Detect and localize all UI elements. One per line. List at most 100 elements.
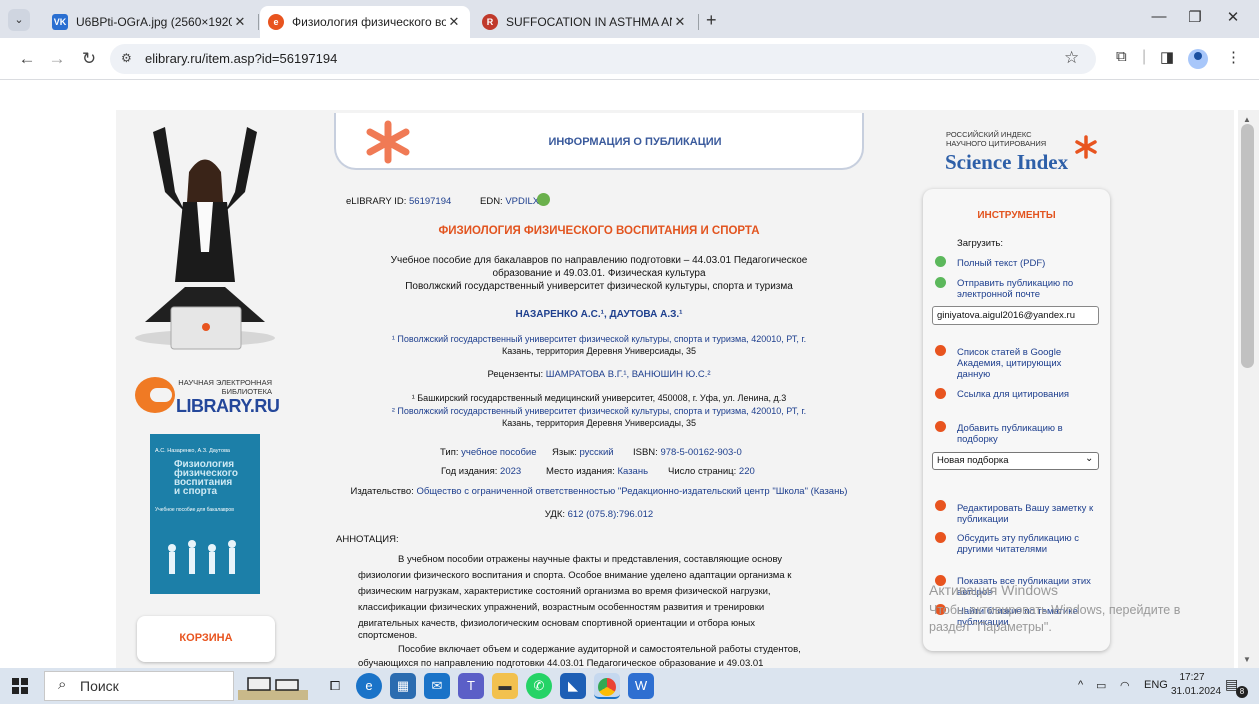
language-indicator[interactable]: ENG — [1144, 679, 1168, 691]
reviewers-list[interactable]: ШАМРАТОВА В.Г.¹, ВАНЮШИН Ю.С.² — [546, 369, 711, 380]
language-value: русский — [579, 447, 614, 458]
download-pdf-icon — [935, 256, 946, 267]
edit-note-link[interactable]: Редактировать Вашу заметку к публикации — [957, 503, 1093, 525]
add-to-collection-line-2: подборку — [957, 434, 998, 445]
activation-watermark-line: Чтобы активировать Windows, перейдите в — [929, 603, 1181, 617]
book-cover-figures — [168, 540, 236, 574]
taskbar-search-box[interactable] — [44, 671, 234, 701]
science-index-asterisk-icon — [1075, 135, 1097, 159]
reviewer-affiliation-2a[interactable]: ² Поволжский государственный университет… — [334, 406, 864, 416]
type-row: Тип: учебное пособие — [440, 447, 537, 458]
mail-icon[interactable]: ✉ — [424, 673, 450, 699]
send-email-line-2: электронной почте — [957, 289, 1041, 300]
word-icon[interactable]: W — [628, 673, 654, 699]
whatsapp-icon[interactable]: ✆ — [526, 673, 552, 699]
udk-row: УДК: 612 (075.8):796.012 — [334, 509, 864, 520]
scroll-up-icon[interactable]: ▲ — [1243, 115, 1251, 124]
reviewer-affiliation-1: ¹ Башкирский государственный медицинский… — [411, 393, 787, 403]
google-scholar-line-1: Список статей в Google — [957, 347, 1062, 358]
app-icon[interactable]: ◣ — [560, 673, 586, 699]
authors-list[interactable]: НАЗАРЕНКО А.С.¹, ДАУТОВА А.З.¹ — [334, 309, 864, 320]
activation-watermark-line: раздел "Параметры". — [929, 620, 1052, 634]
pages-row: Число страниц: 220 — [668, 466, 755, 477]
promo-illustration — [125, 122, 285, 352]
edn-label: EDN: — [480, 196, 503, 207]
windows-start-icon[interactable] — [12, 678, 28, 694]
forward-icon[interactable]: → — [46, 49, 68, 69]
place-value: Казань — [617, 466, 649, 477]
close-icon[interactable]: ✕ — [232, 14, 248, 30]
email-field[interactable]: giniyatova.aigul2016@yandex.ru — [932, 306, 1099, 325]
tools-title: ИНСТРУМЕНТЫ — [977, 210, 1056, 221]
file-explorer-icon[interactable]: ▬ — [492, 673, 518, 699]
year-value: 2023 — [500, 466, 522, 477]
tab-title: SUFFOCATION IN ASTHMA AN — [506, 15, 672, 29]
chrome-icon[interactable] — [594, 673, 620, 699]
wifi-icon[interactable]: ◠ — [1120, 679, 1130, 692]
tab-researchgate[interactable]: R SUFFOCATION IN ASTHMA AN ✕ — [474, 6, 696, 38]
new-tab-button[interactable]: + — [706, 10, 717, 31]
science-index-logo[interactable]: Science Index — [945, 150, 1068, 175]
site-info-icon[interactable]: ⚙ — [121, 51, 132, 65]
annotation-line: физическим нагрузкам, характеристике сос… — [358, 586, 771, 597]
scrollbar-thumb[interactable] — [1241, 124, 1254, 368]
publication-subtitle-3: Поволжский государственный университет ф… — [405, 281, 793, 292]
reviewer-affiliation-2b: Казань, территория Деревня Универсиады, … — [502, 418, 696, 428]
citation-link[interactable]: Ссылка для цитирования — [957, 389, 1069, 400]
elibrary-id-label: eLIBRARY ID: — [346, 196, 407, 207]
send-email-link[interactable]: Отправить публикацию по электронной почт… — [957, 278, 1073, 300]
send-email-line-1: Отправить публикацию по — [957, 278, 1074, 289]
asterisk-logo-icon — [366, 120, 410, 164]
restore-icon[interactable]: ❐ — [1180, 8, 1210, 26]
elibrary-id-value: 56197194 — [409, 196, 452, 207]
edit-note-icon — [935, 500, 946, 511]
edn-info-icon[interactable] — [537, 193, 550, 206]
taskbar-clock[interactable]: 17:27 31.01.2024 — [1171, 671, 1221, 699]
publisher-label: Издательство: — [350, 486, 414, 497]
edn-link[interactable]: VPDILX — [505, 196, 539, 207]
author-affiliation-1b: Казань, территория Деревня Универсиады, … — [502, 346, 696, 356]
teams-icon[interactable]: T — [458, 673, 484, 699]
citation-icon — [935, 388, 946, 399]
network-icon[interactable]: ▭ — [1096, 679, 1106, 692]
scroll-down-icon[interactable]: ▼ — [1243, 655, 1251, 664]
full-text-pdf-link[interactable]: Полный текст (PDF) — [957, 258, 1045, 269]
store-icon[interactable]: ▦ — [390, 673, 416, 699]
tab-image[interactable]: VK U6BPti-OGrA.jpg (2560×1920) ✕ — [44, 6, 256, 38]
close-icon[interactable]: ✕ — [672, 14, 688, 30]
reload-icon[interactable]: ↻ — [78, 49, 100, 69]
taskbar-search-label: Поиск — [80, 678, 119, 694]
close-icon[interactable]: ✕ — [446, 14, 462, 30]
author-affiliation-1a[interactable]: ¹ Поволжский государственный университет… — [334, 334, 864, 344]
book-cover-authors: А.С. Назаренко, А.З. Даутова — [155, 448, 230, 454]
window-close-icon[interactable]: ✕ — [1218, 8, 1248, 26]
tab-separator — [698, 14, 699, 30]
publisher-link[interactable]: Общество с ограниченной ответственностью… — [416, 486, 847, 497]
back-icon[interactable]: ← — [16, 49, 38, 69]
menu-kebab-icon[interactable]: ⋮ — [1226, 48, 1241, 66]
clock-time: 17:27 — [1179, 672, 1205, 683]
banner-title: ИНФОРМАЦИЯ О ПУБЛИКАЦИИ — [548, 136, 722, 148]
tab-search-button[interactable]: ⌄ — [8, 9, 30, 31]
publication-subtitle-1: Учебное пособие для бакалавров по направ… — [390, 255, 808, 266]
tray-chevron-icon[interactable]: ^ — [1078, 679, 1083, 691]
google-scholar-link[interactable]: Список статей в Google Академия, цитирую… — [957, 347, 1061, 380]
extensions-icon[interactable]: ⧉ — [1116, 48, 1127, 65]
year-label: Год издания: — [441, 466, 498, 477]
udk-value: 612 (075.8):796.012 — [567, 509, 654, 520]
discuss-link[interactable]: Обсудить эту публикацию с другими читате… — [957, 533, 1079, 555]
task-view-icon[interactable]: ⧠ — [322, 673, 348, 699]
minimize-icon[interactable]: — — [1144, 8, 1174, 25]
add-to-collection-link[interactable]: Добавить публикацию в подборку — [957, 423, 1063, 445]
url-text[interactable]: elibrary.ru/item.asp?id=56197194 — [145, 51, 337, 66]
language-row: Язык: русский — [552, 447, 614, 458]
activation-watermark-title: Активация Windows — [929, 582, 1059, 598]
elibrary-logo-caption: НАУЧНАЯ ЭЛЕКТРОННАЯ БИБЛИОТЕКА — [178, 378, 272, 396]
side-panel-icon[interactable]: ◨ — [1160, 48, 1174, 66]
tab-elibrary[interactable]: e Физиология физического восп ✕ — [260, 6, 470, 38]
elibrary-logo-text[interactable]: LIBRARY.RU — [176, 396, 280, 417]
edge-icon[interactable]: e — [356, 673, 382, 699]
collection-select[interactable]: Новая подборка — [932, 452, 1099, 470]
bookmark-star-icon[interactable]: ☆ — [1064, 48, 1079, 68]
tab-title: Физиология физического восп — [292, 15, 446, 29]
